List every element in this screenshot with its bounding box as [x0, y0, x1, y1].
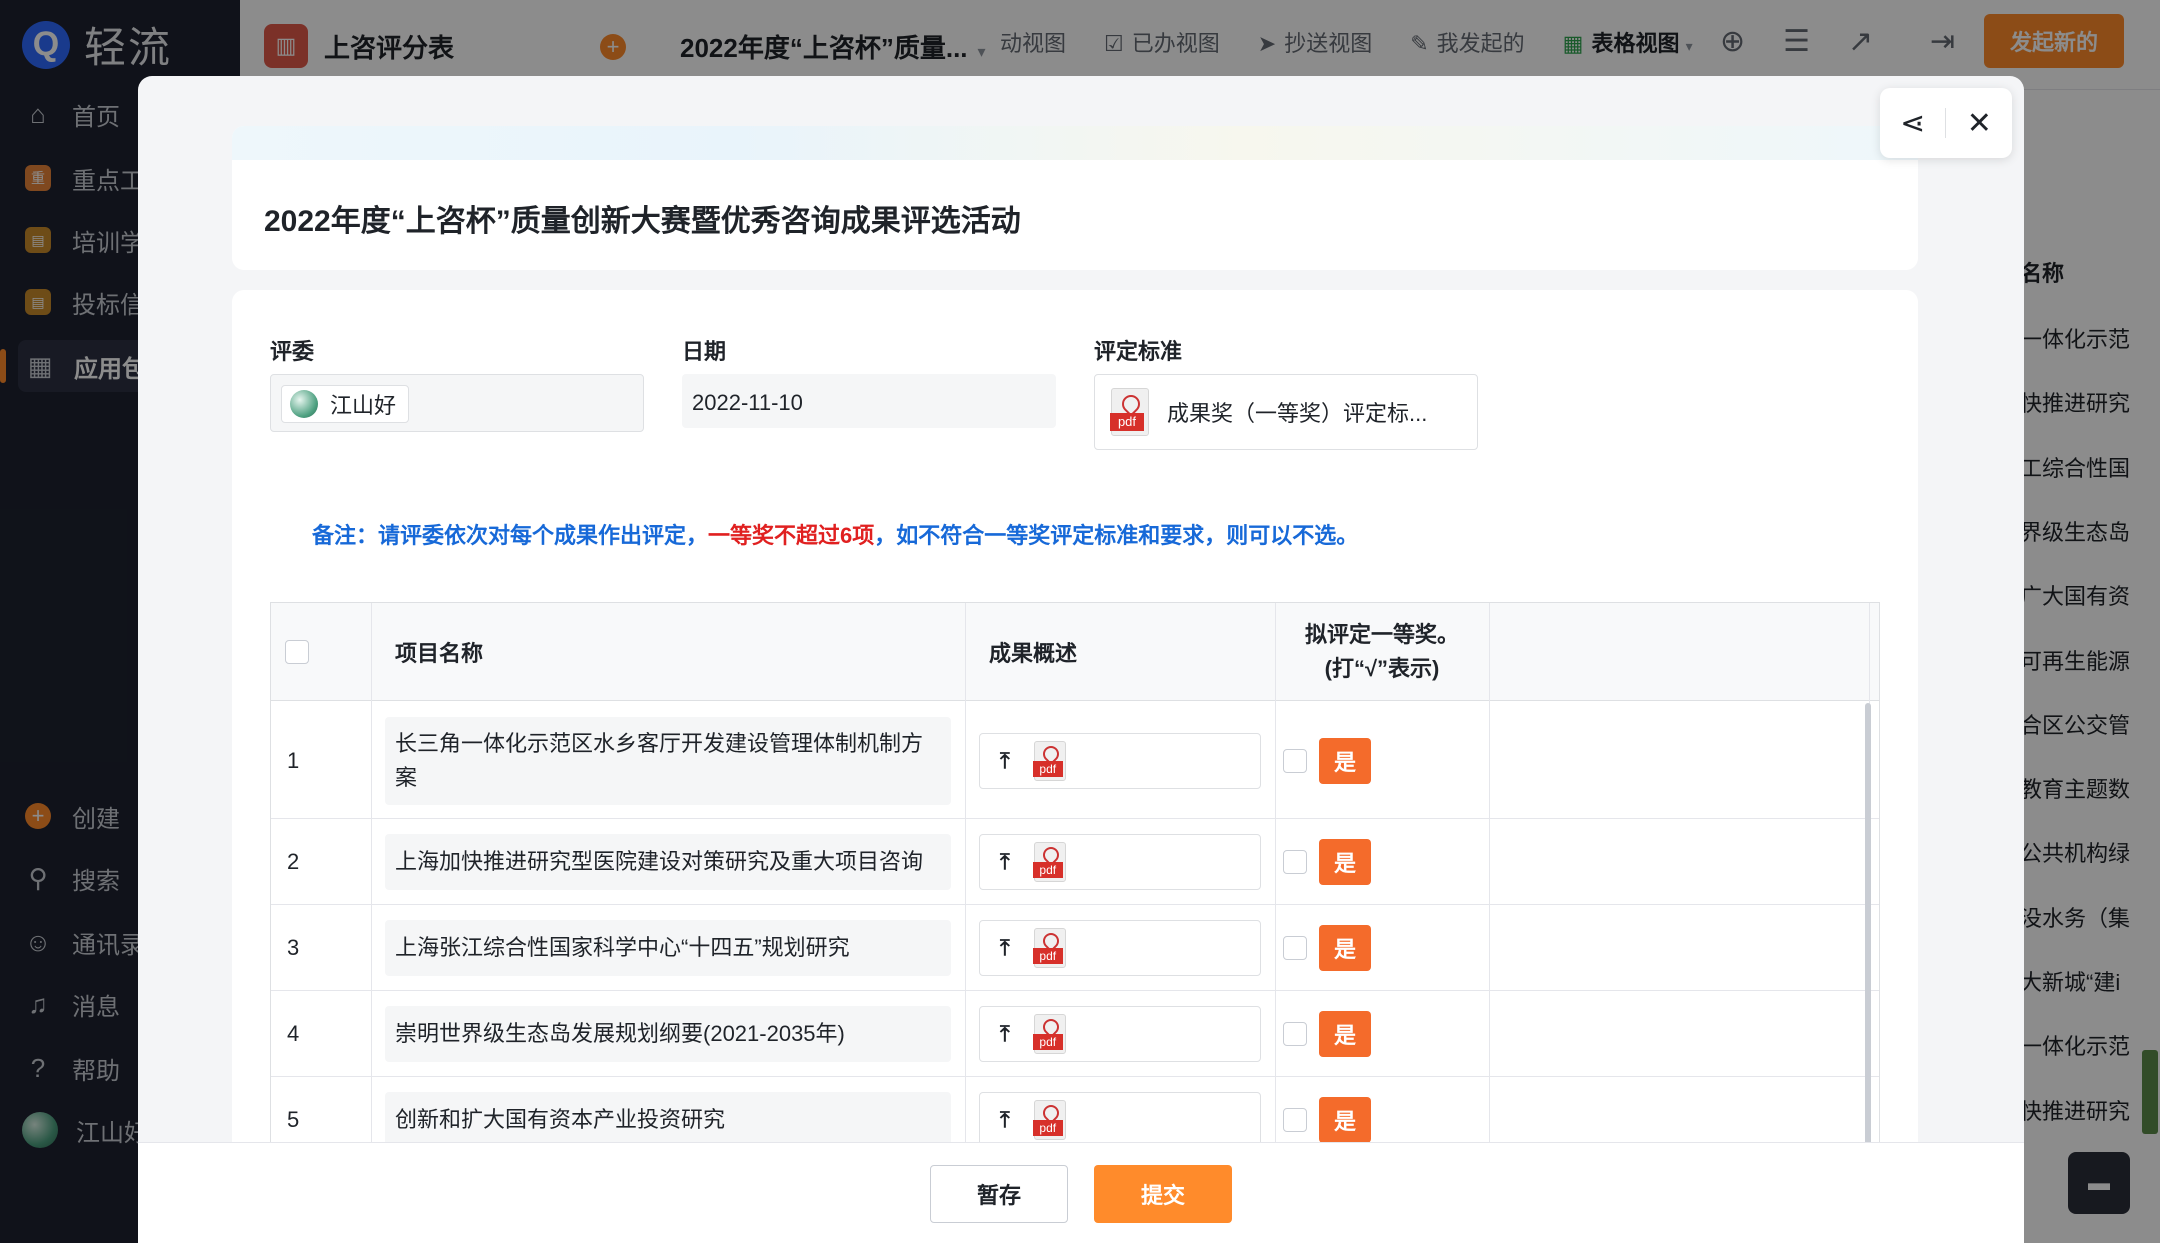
row-index: 4: [287, 1021, 300, 1046]
row-index: 2: [287, 849, 300, 874]
table-scrollbar[interactable]: [1865, 703, 1871, 1162]
pdf-icon[interactable]: pdf: [1032, 842, 1066, 882]
date-field[interactable]: 2022-11-10: [682, 374, 1056, 428]
project-name-field: 崇明世界级生态岛发展规划纲要(2021-2035年): [385, 1006, 951, 1062]
award-checkbox[interactable]: [1283, 1022, 1307, 1046]
checkbox[interactable]: [285, 640, 309, 664]
avatar: [290, 390, 318, 418]
date-label: 日期: [682, 339, 727, 364]
project-name-field: 上海张江综合性国家科学中心“十四五”规划研究: [385, 920, 951, 976]
table-row: 1 长三角一体化示范区水乡客厅开发建设管理体制机制方案 ⤒ pdf 是: [271, 703, 1879, 819]
project-table: 项目名称 成果概述 拟评定一等奖。 (打“√”表示) 1 长三角一体化示范区水乡客…: [270, 602, 1880, 1162]
project-name-field: 创新和扩大国有资本产业投资研究: [385, 1092, 951, 1148]
attachment-name: 成果奖（一等奖）评定标...: [1167, 401, 1428, 426]
judge-label: 评委: [270, 339, 315, 364]
note-text: 备注：请评委依次对每个成果作出评定，: [312, 523, 709, 548]
upload-icon[interactable]: ⤒: [1000, 748, 1010, 774]
judge-chip: 江山好: [281, 385, 410, 423]
upload-icon[interactable]: ⤒: [1000, 935, 1010, 961]
award-checkbox[interactable]: [1283, 749, 1307, 773]
summary-upload[interactable]: ⤒ pdf: [979, 733, 1261, 789]
award-checkbox[interactable]: [1283, 1108, 1307, 1132]
award-yes-button[interactable]: 是: [1319, 1097, 1371, 1143]
pdf-icon[interactable]: pdf: [1032, 1100, 1066, 1140]
save-draft-button[interactable]: 暂存: [930, 1165, 1068, 1223]
header-award-line: 拟评定一等奖。: [1304, 622, 1459, 647]
upload-icon[interactable]: ⤒: [1000, 1107, 1010, 1133]
note-text: ，如不符合一等奖评定标准和要求，则可以不选。: [874, 523, 1359, 548]
form-title: 2022年度“上咨杯”质量创新大赛暨优秀咨询成果评选活动: [264, 205, 1021, 238]
pdf-icon[interactable]: pdf: [1032, 928, 1066, 968]
award-checkbox[interactable]: [1283, 936, 1307, 960]
judge-name: 江山好: [330, 393, 397, 418]
table-row: 2 上海加快推进研究型医院建设对策研究及重大项目咨询 ⤒ pdf 是: [271, 819, 1879, 905]
summary-upload[interactable]: ⤒ pdf: [979, 834, 1261, 890]
select-all-checkbox[interactable]: [285, 603, 345, 701]
remark-note: 备注：请评委依次对每个成果作出评定，一等奖不超过6项，如不符合一等奖评定标准和要…: [312, 518, 1358, 550]
table-row: 4 崇明世界级生态岛发展规划纲要(2021-2035年) ⤒ pdf 是: [271, 991, 1879, 1077]
header-award: 拟评定一等奖。 (打“√”表示): [1275, 603, 1489, 701]
project-name-field: 长三角一体化示范区水乡客厅开发建设管理体制机制方案: [385, 717, 951, 805]
close-icon[interactable]: ✕: [1967, 106, 1992, 141]
table-row: 3 上海张江综合性国家科学中心“十四五”规划研究 ⤒ pdf 是: [271, 905, 1879, 991]
modal-footer: 暂存 提交: [138, 1142, 2024, 1243]
award-yes-button[interactable]: 是: [1319, 738, 1371, 784]
form-modal: 2022年度“上咨杯”质量创新大赛暨优秀咨询成果评选活动 ⋖ ✕ 评委 江山好 …: [138, 76, 2024, 1243]
submit-button[interactable]: 提交: [1094, 1165, 1232, 1223]
pdf-tag: pdf: [1032, 761, 1063, 777]
pdf-icon[interactable]: pdf: [1032, 1014, 1066, 1054]
standard-label: 评定标准: [1094, 339, 1183, 364]
pdf-icon: pdf: [1110, 388, 1149, 436]
pdf-tag: pdf: [1032, 948, 1063, 964]
title-card: 2022年度“上咨杯”质量创新大赛暨优秀咨询成果评选活动: [232, 126, 1918, 270]
judge-field[interactable]: 江山好: [270, 374, 644, 432]
pdf-tag: pdf: [1032, 862, 1063, 878]
summary-upload[interactable]: ⤒ pdf: [979, 1092, 1261, 1148]
row-index: 5: [287, 1107, 300, 1132]
summary-upload[interactable]: ⤒ pdf: [979, 920, 1261, 976]
header-project-name: 项目名称: [395, 641, 484, 666]
standard-attachment[interactable]: pdf 成果奖（一等奖）评定标...: [1094, 374, 1478, 450]
row-index: 1: [287, 748, 300, 773]
modal-actions: ⋖ ✕: [1880, 88, 2012, 158]
upload-icon[interactable]: ⤒: [1000, 849, 1010, 875]
divider: [1945, 108, 1947, 138]
note-highlight: 一等奖不超过6项: [708, 523, 875, 548]
award-yes-button[interactable]: 是: [1319, 839, 1371, 885]
project-name-field: 上海加快推进研究型医院建设对策研究及重大项目咨询: [385, 834, 951, 890]
share-icon[interactable]: ⋖: [1900, 106, 1925, 141]
form-card: 评委 江山好 日期 2022-11-10 评定标准 pdf 成果奖（一等奖）评定…: [232, 290, 1918, 1243]
award-yes-button[interactable]: 是: [1319, 925, 1371, 971]
header-summary: 成果概述: [989, 641, 1078, 666]
pdf-tag: pdf: [1032, 1120, 1063, 1136]
row-index: 3: [287, 935, 300, 960]
pdf-tag: pdf: [1032, 1034, 1063, 1050]
summary-upload[interactable]: ⤒ pdf: [979, 1006, 1261, 1062]
upload-icon[interactable]: ⤒: [1000, 1021, 1010, 1047]
header-award-line: (打“√”表示): [1324, 656, 1440, 681]
pdf-icon[interactable]: pdf: [1032, 741, 1066, 781]
award-checkbox[interactable]: [1283, 850, 1307, 874]
award-yes-button[interactable]: 是: [1319, 1011, 1371, 1057]
